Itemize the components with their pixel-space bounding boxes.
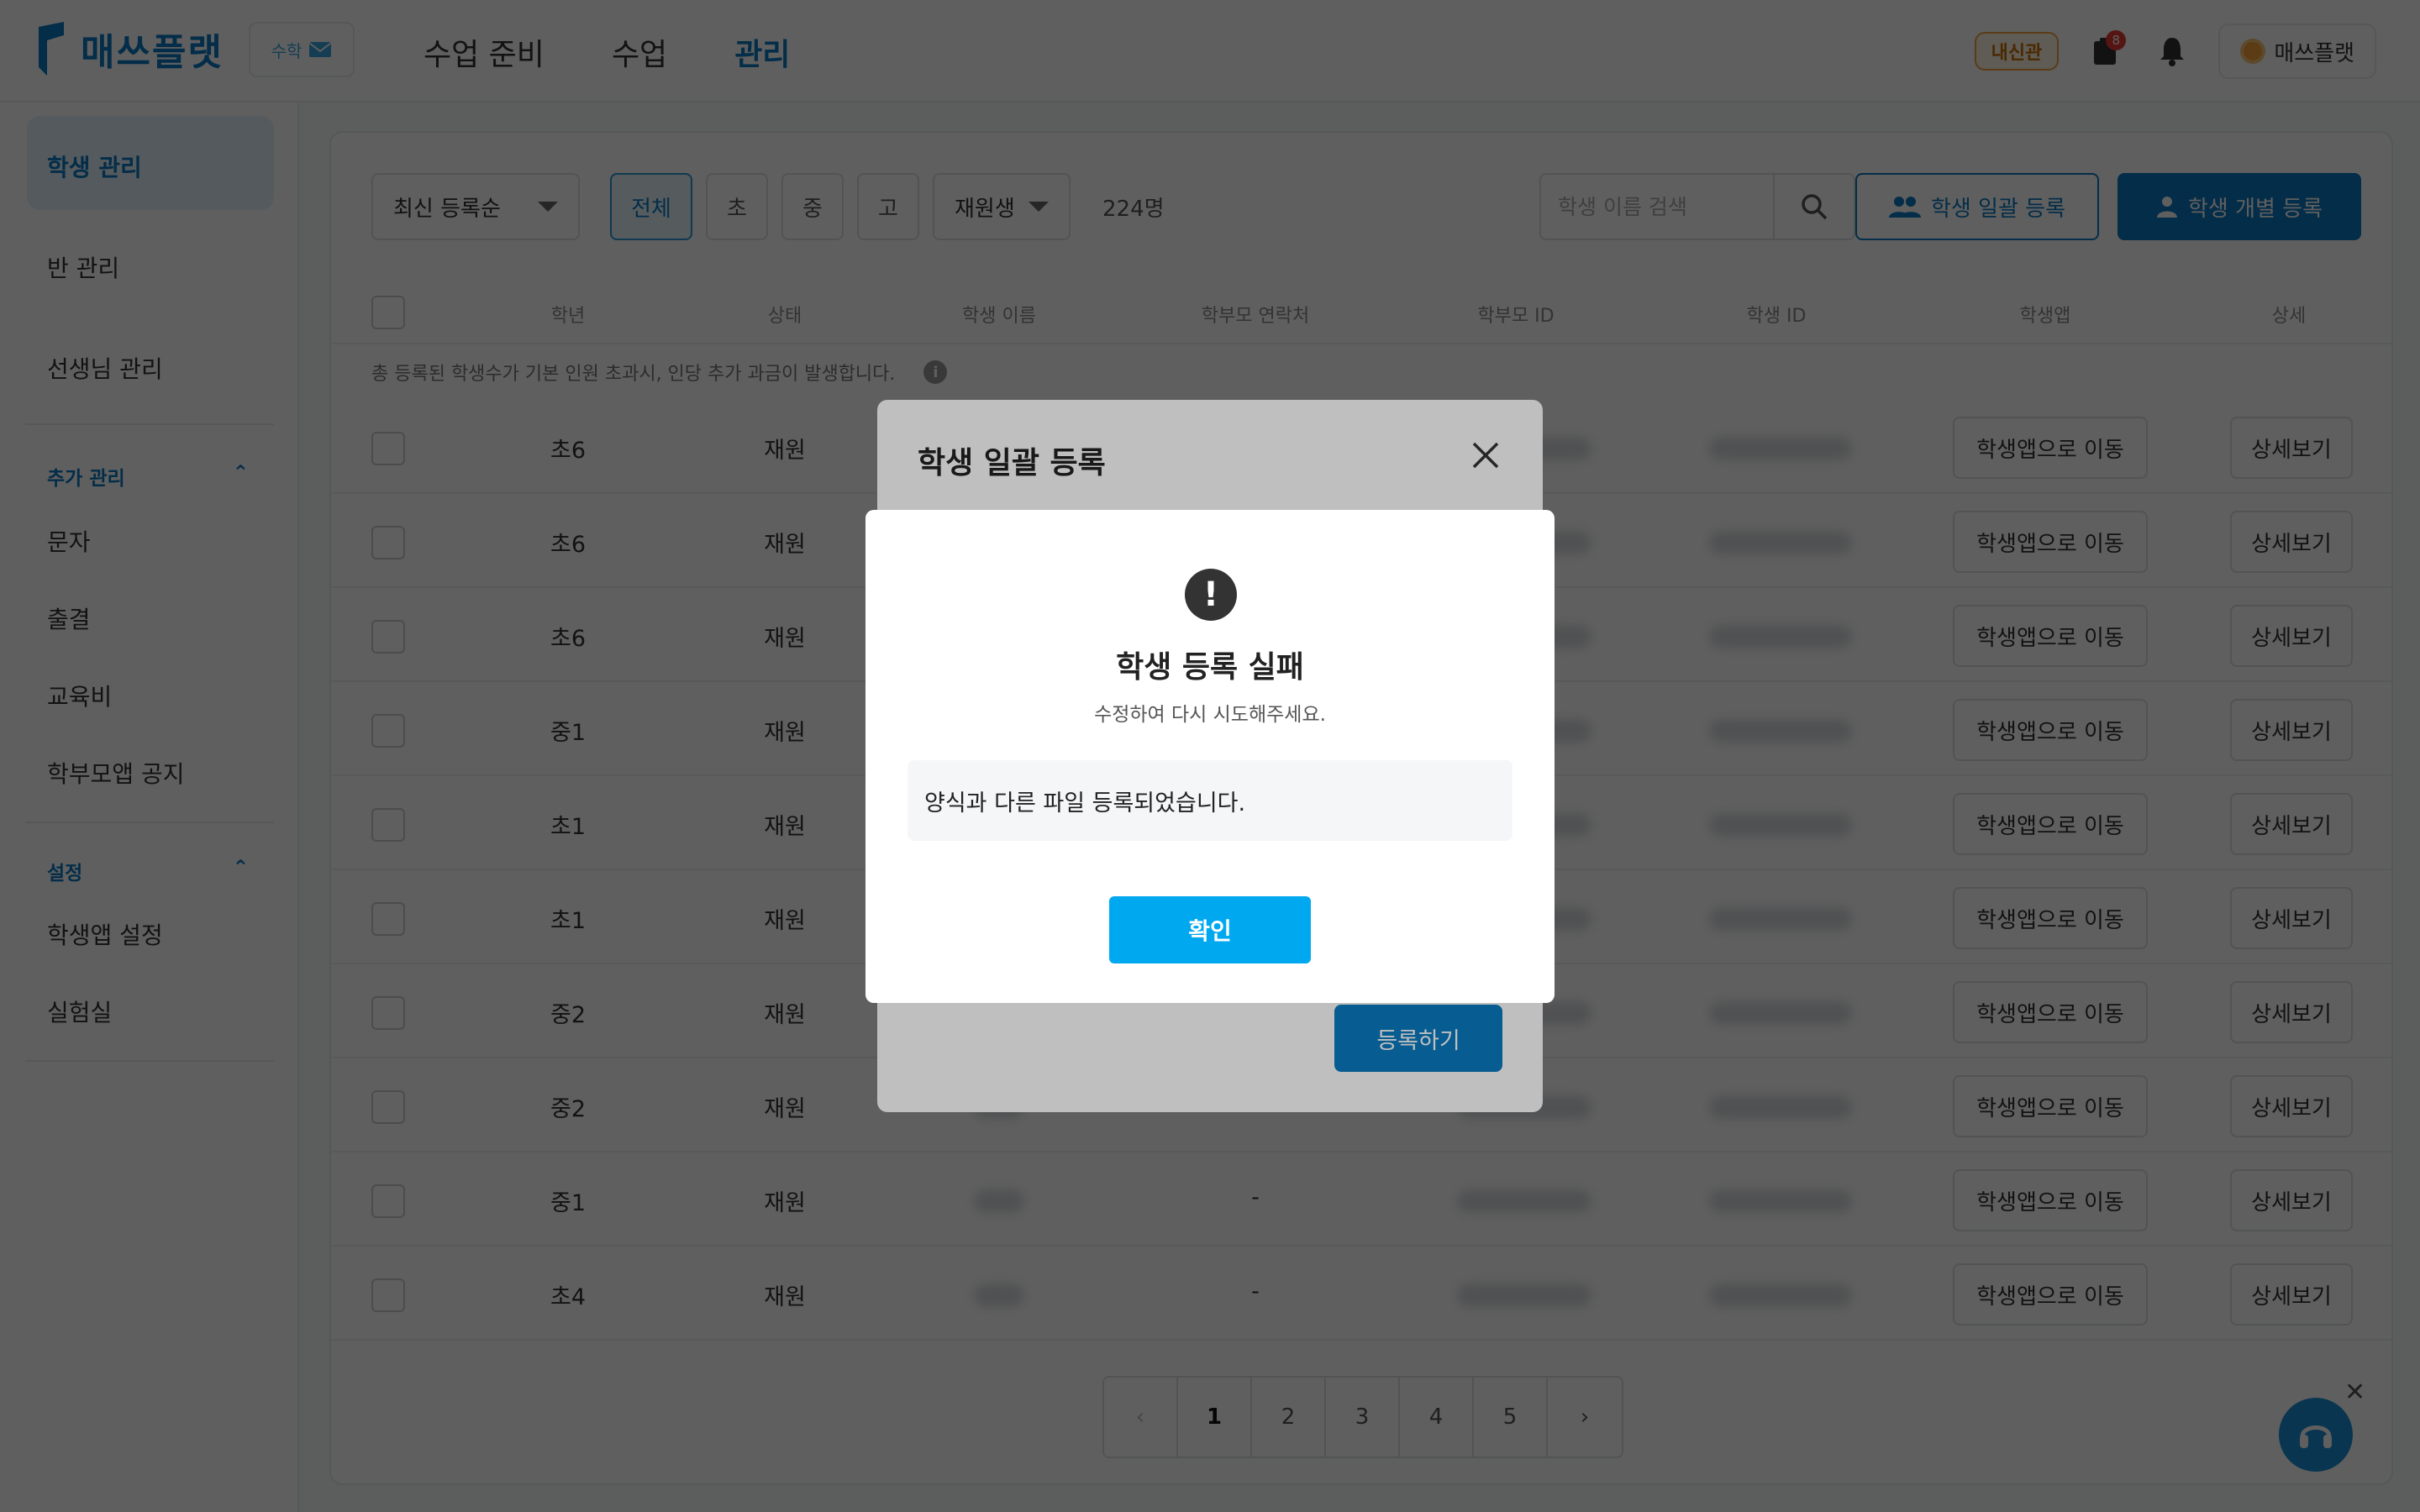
confirm-button[interactable]: 확인 (1109, 896, 1311, 963)
alert-title: 학생 등록 실패 (1116, 650, 1304, 685)
alert-subtitle: 수정하여 다시 시도해주세요. (1094, 704, 1326, 726)
alert-message: 양식과 다른 파일 등록되었습니다. (924, 790, 1246, 816)
alert-message-box: 양식과 다른 파일 등록되었습니다. (908, 760, 1512, 841)
error-alert-dialog: ! 학생 등록 실패 수정하여 다시 시도해주세요. 양식과 다른 파일 등록되… (865, 510, 1555, 1003)
alert-exclamation-icon: ! (1185, 569, 1237, 621)
